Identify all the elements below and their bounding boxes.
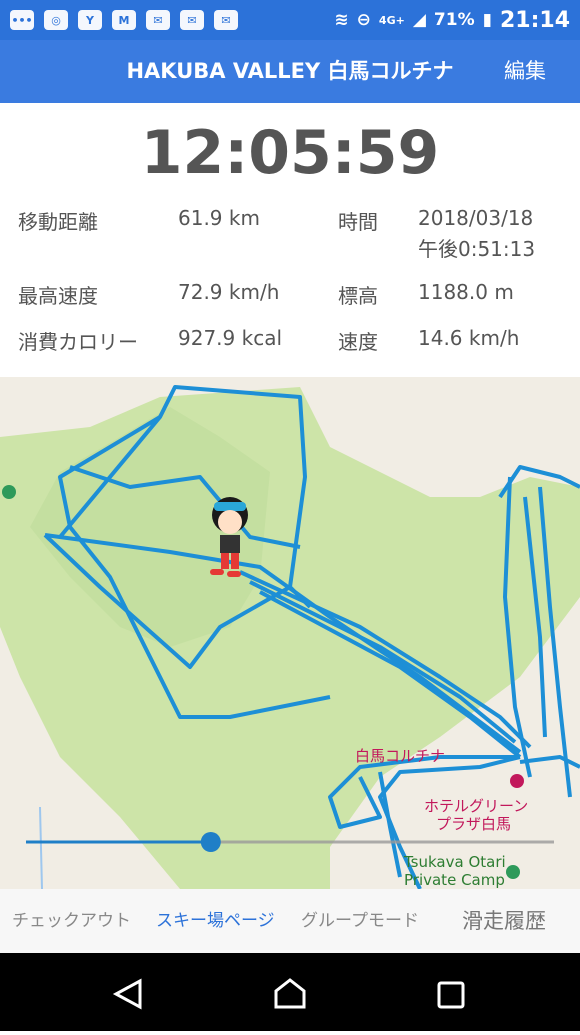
distance-label: 移動距離 bbox=[18, 210, 98, 234]
altitude-value: 1188.0 m bbox=[418, 280, 514, 304]
stream bbox=[39, 806, 43, 889]
speed-label: 速度 bbox=[338, 330, 378, 354]
back-icon[interactable] bbox=[112, 978, 142, 1010]
map-label-camp: Tsukava Otari bbox=[404, 853, 506, 871]
distance-value: 61.9 km bbox=[178, 206, 260, 230]
nav-ski-page[interactable]: スキー場ページ bbox=[156, 889, 275, 953]
slider-thumb[interactable] bbox=[200, 832, 221, 852]
bottom-nav: チェックアウト スキー場ページ グループモード 滑走履歴 bbox=[0, 889, 580, 953]
network-type: 4G+ bbox=[378, 13, 405, 27]
battery-percent: 71% bbox=[433, 10, 475, 30]
nav-history[interactable]: 滑走履歴 bbox=[462, 889, 546, 953]
nav-group-mode[interactable]: グループモード bbox=[301, 889, 419, 953]
time-value-date: 2018/03/18 bbox=[418, 206, 534, 230]
home-icon[interactable] bbox=[274, 978, 306, 1009]
time-label: 時間 bbox=[338, 210, 378, 234]
chrome-icon: ◎ bbox=[44, 10, 68, 30]
mail-icon: ✉ bbox=[146, 10, 170, 30]
clock: 21:14 bbox=[499, 7, 570, 33]
mountain-marker bbox=[2, 485, 16, 499]
mail-icon: ✉ bbox=[214, 10, 238, 30]
notification-icons: ••• ◎ Y M ✉ ✉ ✉ bbox=[10, 10, 238, 30]
map-label-camp-2: Private Camp bbox=[404, 871, 505, 889]
recents-icon[interactable] bbox=[437, 981, 465, 1009]
calories-label: 消費カロリー bbox=[18, 330, 138, 354]
wifi-icon: ≋ bbox=[334, 10, 349, 30]
ski-map[interactable]: 白馬コルチナ ホテルグリーン プラザ白馬 Tsukava Otari Priva… bbox=[0, 377, 580, 889]
map-label-place: 白馬コルチナ bbox=[355, 747, 446, 765]
calories-value: 927.9 kcal bbox=[178, 326, 283, 350]
battery-icon: ▮ bbox=[482, 10, 492, 30]
map-label-hotel-2: プラザ白馬 bbox=[436, 815, 512, 833]
yahoo-icon: Y bbox=[78, 10, 102, 30]
elapsed-timer: 12:05:59 bbox=[140, 118, 440, 188]
gmail-icon: M bbox=[112, 10, 136, 30]
max-speed-label: 最高速度 bbox=[18, 284, 98, 308]
camp-marker bbox=[506, 865, 520, 879]
nav-checkout[interactable]: チェックアウト bbox=[12, 889, 131, 953]
edit-button[interactable]: 編集 bbox=[504, 40, 546, 103]
status-bar: ••• ◎ Y M ✉ ✉ ✉ ≋ ⊖ 4G+ ◢ 71% ▮ 21:14 bbox=[0, 0, 580, 40]
signal-icon: ◢ bbox=[412, 10, 426, 30]
time-value-clock: 午後0:51:13 bbox=[418, 237, 536, 261]
system-nav-bar bbox=[0, 953, 580, 1031]
app-bar: HAKUBA VALLEY 白馬コルチナ 編集 bbox=[0, 40, 580, 103]
altitude-label: 標高 bbox=[338, 284, 378, 308]
message-icon: ••• bbox=[10, 10, 34, 30]
page-title: HAKUBA VALLEY 白馬コルチナ bbox=[126, 59, 454, 83]
hotel-marker bbox=[510, 774, 524, 788]
dnd-icon: ⊖ bbox=[356, 10, 371, 30]
mail-icon: ✉ bbox=[180, 10, 204, 30]
speed-value: 14.6 km/h bbox=[418, 326, 520, 350]
max-speed-value: 72.9 km/h bbox=[178, 280, 280, 304]
